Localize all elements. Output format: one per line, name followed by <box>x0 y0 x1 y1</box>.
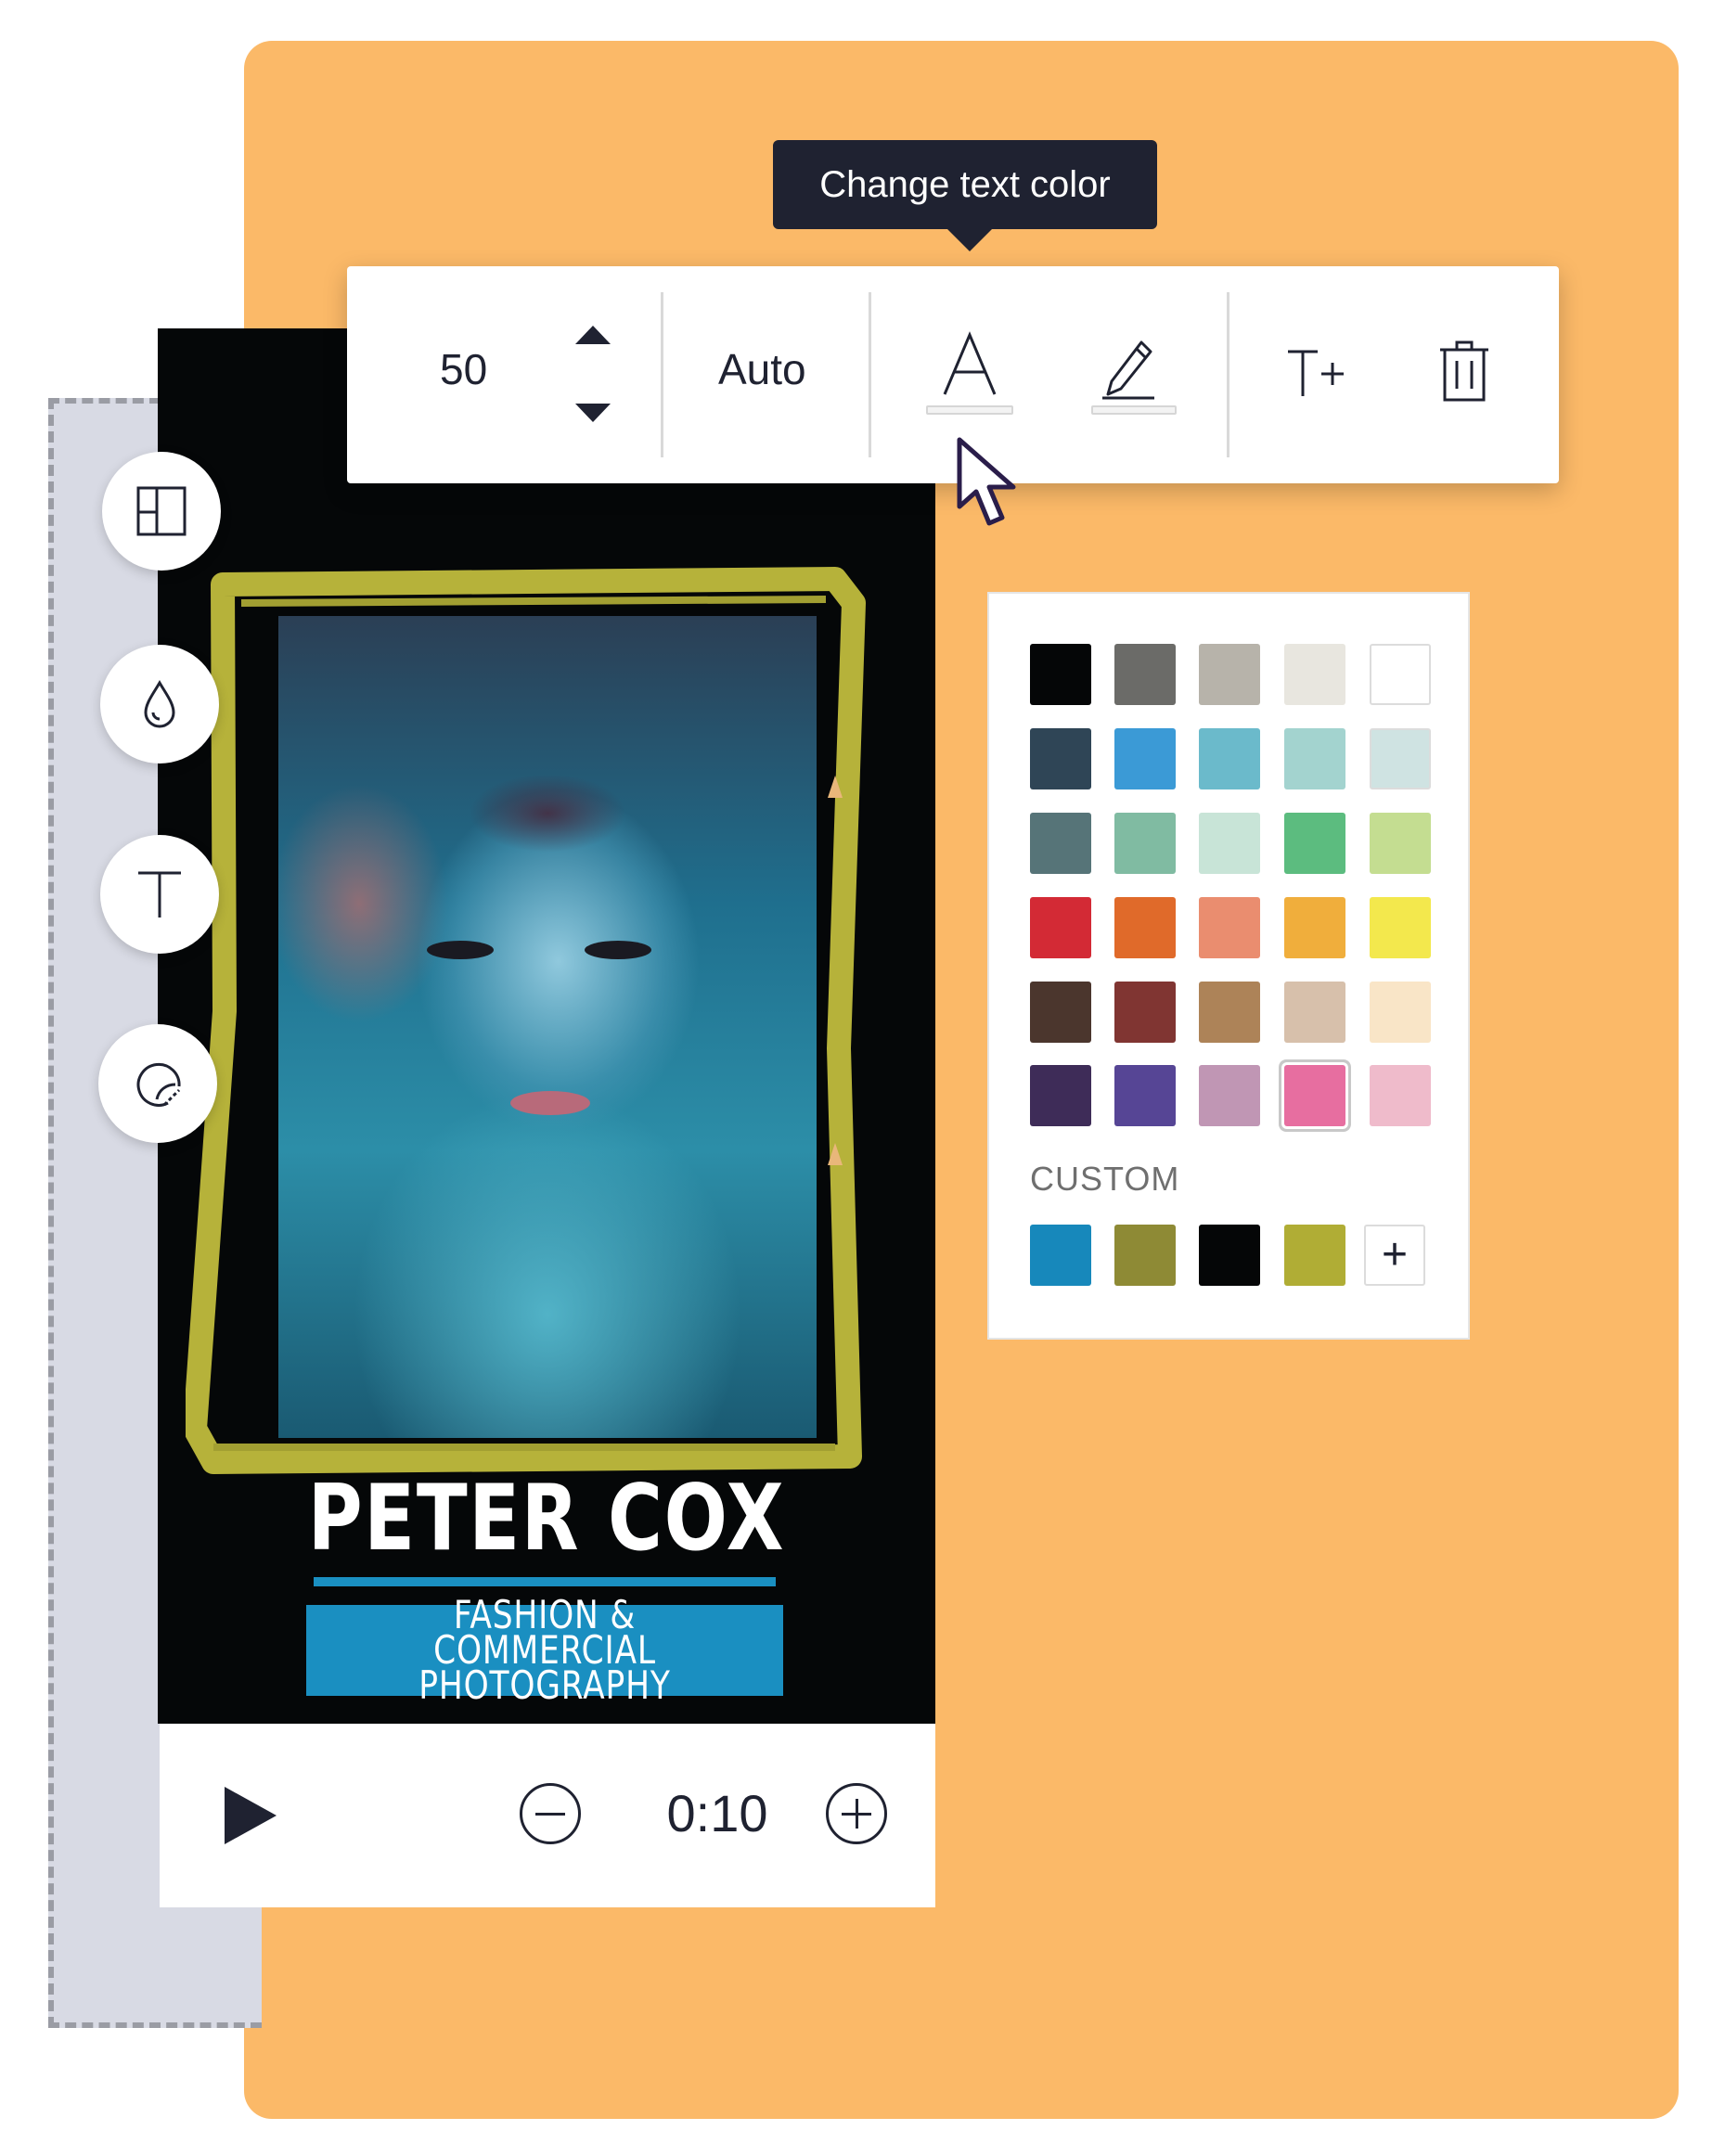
color-swatch[interactable] <box>1030 728 1091 789</box>
decrease-duration-button[interactable] <box>520 1783 581 1844</box>
color-swatch[interactable] <box>1030 897 1091 958</box>
color-swatch[interactable] <box>1370 1065 1431 1126</box>
color-swatch[interactable] <box>1199 813 1260 874</box>
add-text-icon[interactable] <box>1286 348 1345 398</box>
tooltip-text: Change text color <box>819 163 1111 205</box>
playback-bar: 0:10 <box>160 1724 935 1907</box>
layout-tool-button[interactable] <box>102 452 221 571</box>
delete-icon[interactable] <box>1438 340 1490 402</box>
poster-subtitle-box[interactable]: FASHION & COMMERCIAL PHOTOGRAPHY <box>306 1596 783 1705</box>
color-swatch[interactable] <box>1114 813 1176 874</box>
color-swatch[interactable] <box>1284 1065 1345 1126</box>
text-toolbar: 50 Auto <box>347 266 1559 483</box>
color-swatch[interactable] <box>1284 813 1345 874</box>
color-swatch[interactable] <box>1114 644 1176 705</box>
text-tool-button[interactable] <box>100 835 219 954</box>
poster-subtitle-text: FASHION & COMMERCIAL PHOTOGRAPHY <box>418 1592 671 1708</box>
color-swatch[interactable] <box>1199 1065 1260 1126</box>
add-custom-color-button[interactable]: + <box>1364 1225 1425 1286</box>
photo-eye-left <box>427 941 494 959</box>
color-swatch[interactable] <box>1030 813 1091 874</box>
color-swatch[interactable] <box>1030 644 1091 705</box>
custom-color-swatch[interactable] <box>1114 1225 1176 1286</box>
text-tool-icon <box>138 871 181 918</box>
text-color-icon[interactable] <box>941 331 998 398</box>
poster-name-underline <box>314 1577 776 1586</box>
color-drop-icon <box>144 680 175 728</box>
change-text-color-tooltip: Change text color <box>773 140 1157 251</box>
custom-color-swatch[interactable] <box>1199 1225 1260 1286</box>
sticker-icon <box>136 1062 181 1107</box>
color-swatch[interactable] <box>1199 897 1260 958</box>
color-swatch[interactable] <box>1114 982 1176 1043</box>
plus-icon: + <box>1381 1230 1409 1279</box>
mouse-cursor-icon <box>957 437 1016 526</box>
poster-name-text[interactable]: PETER COX <box>227 1466 865 1572</box>
duration-time: 0:10 <box>666 1784 768 1842</box>
color-swatch[interactable] <box>1114 728 1176 789</box>
color-swatch[interactable] <box>1284 982 1345 1043</box>
text-color-palette: CUSTOM + <box>987 592 1470 1340</box>
photo-lips <box>510 1091 590 1115</box>
sticker-tool-button[interactable] <box>98 1024 217 1143</box>
color-swatch[interactable] <box>1114 897 1176 958</box>
text-color-indicator <box>926 405 1013 415</box>
color-tool-button[interactable] <box>100 645 219 764</box>
layout-icon <box>136 486 187 536</box>
color-swatch[interactable] <box>1370 982 1431 1043</box>
toolbar-divider <box>1227 292 1229 457</box>
color-swatch[interactable] <box>1284 644 1345 705</box>
color-swatch[interactable] <box>1199 644 1260 705</box>
portrait-photo[interactable] <box>278 616 817 1438</box>
toolbar-divider <box>661 292 663 457</box>
color-swatch[interactable] <box>1114 1065 1176 1126</box>
color-swatch[interactable] <box>1030 1065 1091 1126</box>
highlight-color-icon[interactable] <box>1099 331 1158 400</box>
highlight-color-indicator <box>1091 405 1177 415</box>
play-icon[interactable] <box>225 1787 277 1844</box>
increase-duration-button[interactable] <box>826 1783 887 1844</box>
photo-eye-right <box>585 941 651 959</box>
font-size-up-icon[interactable] <box>575 326 611 344</box>
toolbar-divider <box>869 292 871 457</box>
custom-colors-label: CUSTOM <box>1030 1160 1180 1198</box>
color-swatch[interactable] <box>1370 897 1431 958</box>
color-swatch[interactable] <box>1199 982 1260 1043</box>
color-swatch[interactable] <box>1284 728 1345 789</box>
font-size-down-icon[interactable] <box>575 404 611 422</box>
custom-color-swatch[interactable] <box>1284 1225 1345 1286</box>
color-swatch[interactable] <box>1030 982 1091 1043</box>
color-swatch[interactable] <box>1370 813 1431 874</box>
color-swatch[interactable] <box>1199 728 1260 789</box>
color-swatch[interactable] <box>1284 897 1345 958</box>
color-swatch[interactable] <box>1370 644 1431 705</box>
font-size-value[interactable]: 50 <box>440 344 487 394</box>
line-height-select[interactable]: Auto <box>718 344 806 394</box>
custom-color-swatch[interactable] <box>1030 1225 1091 1286</box>
color-swatch[interactable] <box>1370 728 1431 789</box>
